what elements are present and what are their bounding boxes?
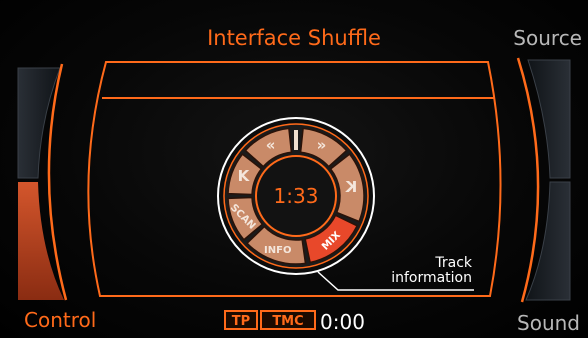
tmc-badge: TMC [260, 310, 316, 330]
track-info-line2: information [391, 270, 472, 286]
left-upper-panel [17, 67, 61, 179]
control-button[interactable]: Control [24, 308, 96, 332]
control-panel-highlight[interactable] [18, 182, 64, 300]
next-track-button-label: K [344, 178, 357, 196]
sound-button[interactable]: Sound [517, 311, 580, 335]
prev-track-button-label: K [238, 167, 251, 185]
clock: 0:00 [320, 310, 365, 334]
left-accent-arc [47, 63, 68, 301]
forward-button-label: » [317, 136, 327, 154]
rewind-button-label: « [266, 136, 276, 154]
right-lower-panel [525, 181, 571, 301]
track-info-line1: Track [435, 255, 472, 271]
mmi-screen: «» K MIX INFO SCAN K Interface Shuffle Source… [0, 0, 588, 338]
right-accent-arc [516, 57, 540, 303]
tp-badge: TP [224, 310, 258, 330]
source-button[interactable]: Source [513, 26, 582, 50]
pause-divider [294, 130, 298, 150]
info-button-label: INFO [264, 245, 291, 256]
track-time: 1:33 [273, 184, 319, 208]
track-information-label: Track information [360, 256, 472, 286]
right-upper-panel [527, 59, 571, 179]
page-title: Interface Shuffle [207, 26, 381, 50]
frame-graphics: «»KMIXINFOSCANK [17, 57, 571, 303]
